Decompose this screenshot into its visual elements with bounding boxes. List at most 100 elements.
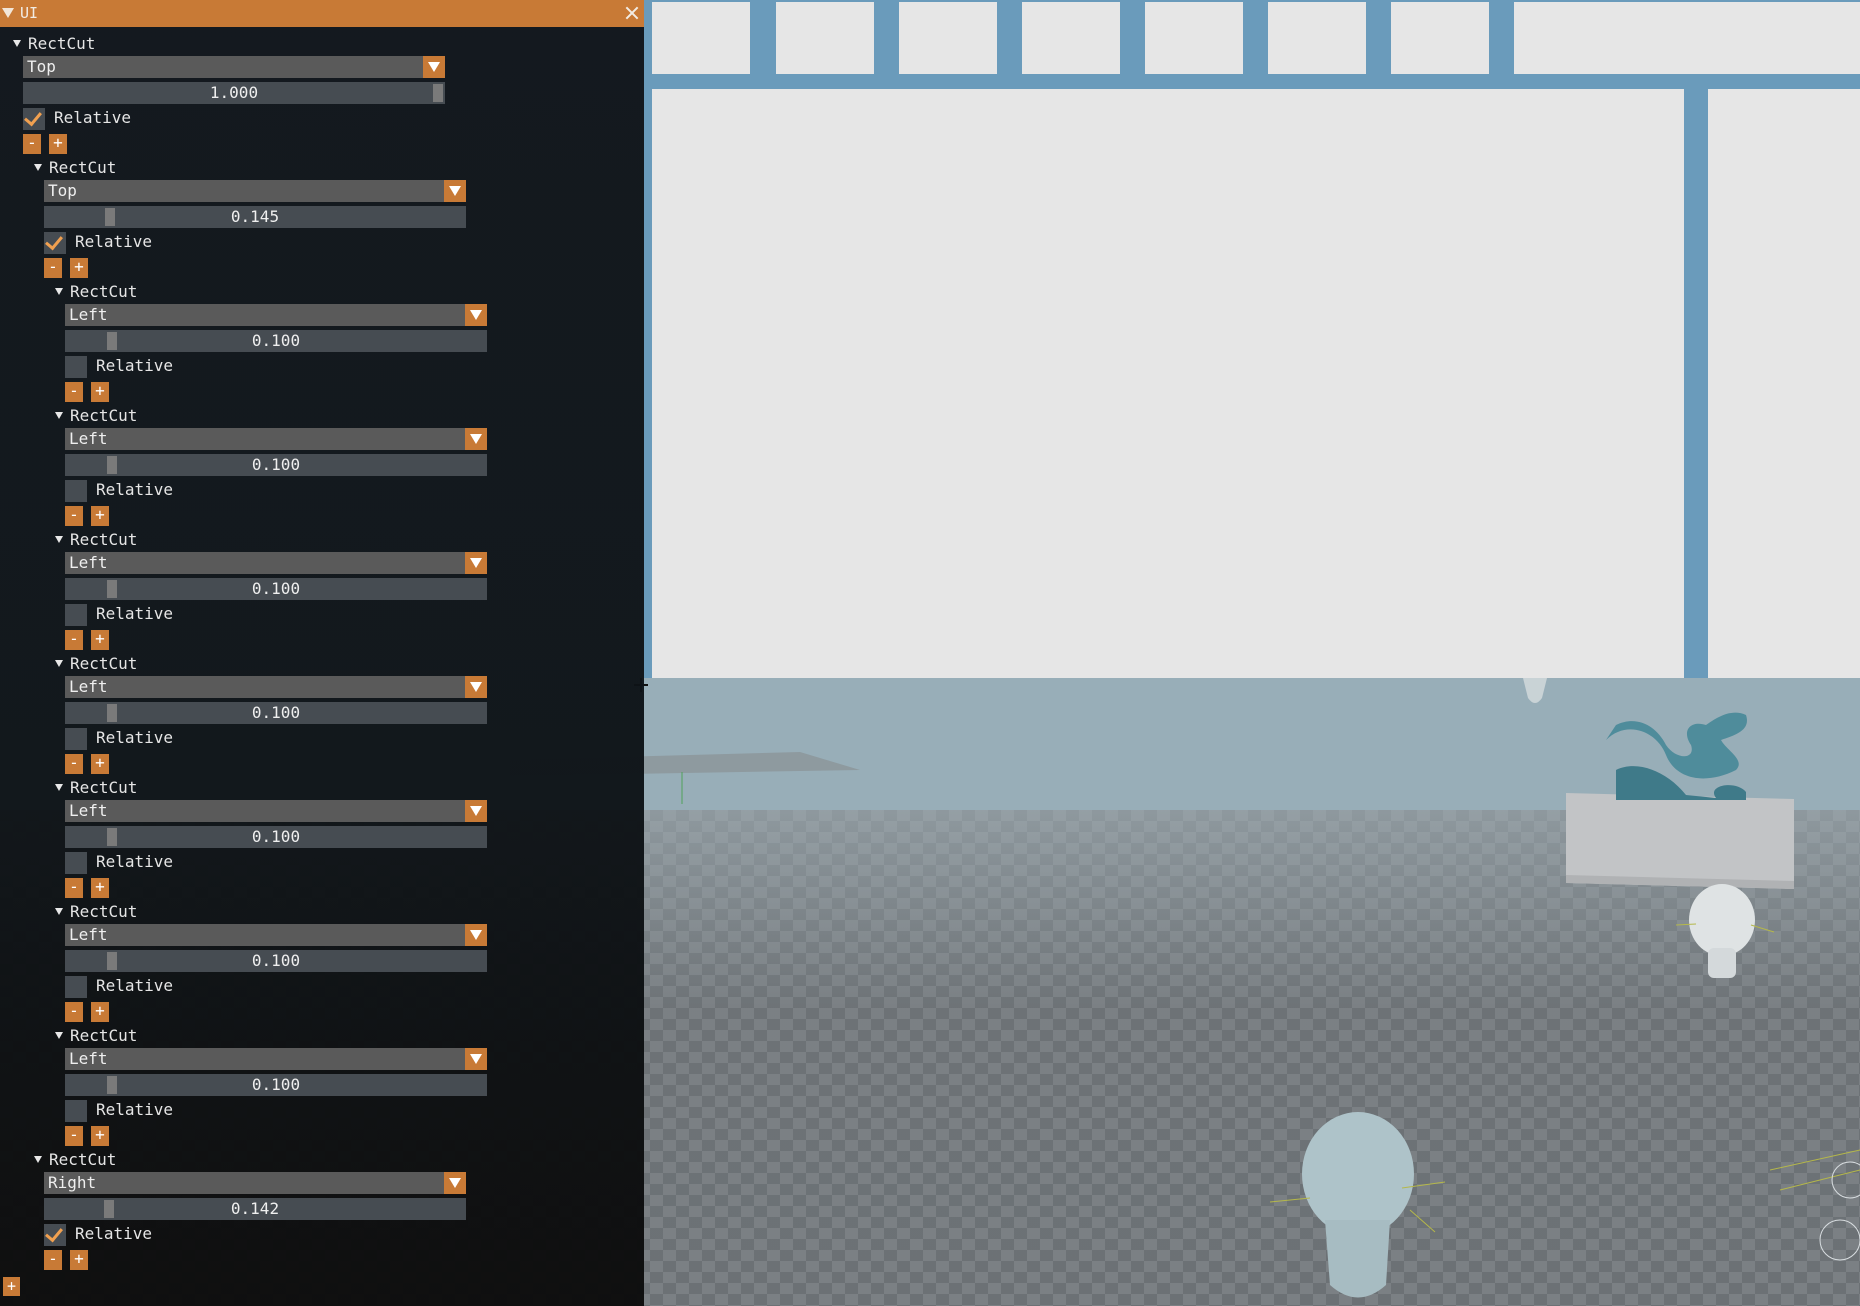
tree-node-header[interactable]: RectCut	[13, 34, 213, 54]
add-button[interactable]: +	[91, 1126, 109, 1146]
relative-checkbox[interactable]	[65, 728, 87, 750]
side-combo[interactable]: Left	[65, 800, 487, 822]
combo-value: Top	[48, 181, 77, 200]
rectcut-label: RectCut	[70, 1026, 138, 1045]
chevron-down-icon[interactable]	[465, 304, 487, 326]
tree-node-header[interactable]: RectCut	[55, 406, 255, 426]
ui-titlebar[interactable]: UI	[0, 0, 644, 27]
tree-node-header[interactable]: RectCut	[34, 158, 234, 178]
add-button[interactable]: +	[91, 1002, 109, 1022]
relative-label: Relative	[96, 604, 174, 623]
rectcut-label: RectCut	[28, 34, 96, 53]
amount-slider[interactable]: 0.142	[44, 1198, 466, 1220]
remove-button[interactable]: -	[23, 134, 41, 154]
relative-checkbox[interactable]	[44, 1224, 66, 1246]
remove-button[interactable]: -	[65, 754, 83, 774]
add-root-button[interactable]: +	[3, 1277, 20, 1296]
rectcut-label: RectCut	[70, 530, 138, 549]
rect-cell	[899, 2, 997, 74]
remove-button[interactable]: -	[65, 630, 83, 650]
tree-node-header[interactable]: RectCut	[55, 282, 255, 302]
triangle-down-icon	[55, 536, 63, 543]
side-combo[interactable]: Right	[44, 1172, 466, 1194]
tree-node-header[interactable]: RectCut	[55, 902, 255, 922]
triangle-down-icon	[55, 660, 63, 667]
tree-node-header[interactable]: RectCut	[34, 1150, 234, 1170]
combo-value: Left	[69, 925, 108, 944]
side-combo[interactable]: Left	[65, 1048, 487, 1070]
relative-checkbox[interactable]	[65, 1100, 87, 1122]
relative-label: Relative	[96, 480, 174, 499]
tree-node-header[interactable]: RectCut	[55, 530, 255, 550]
triangle-down-icon	[55, 784, 63, 791]
remove-button[interactable]: -	[65, 1002, 83, 1022]
add-button[interactable]: +	[91, 878, 109, 898]
side-combo[interactable]: Left	[65, 676, 487, 698]
amount-slider[interactable]: 0.100	[65, 578, 487, 600]
side-combo[interactable]: Top	[44, 180, 466, 202]
add-button[interactable]: +	[91, 382, 109, 402]
amount-slider[interactable]: 0.100	[65, 330, 487, 352]
slider-value: 0.100	[251, 455, 301, 474]
relative-checkbox[interactable]	[65, 604, 87, 626]
add-button[interactable]: +	[91, 754, 109, 774]
add-button[interactable]: +	[49, 134, 67, 154]
amount-slider[interactable]: 0.100	[65, 826, 487, 848]
remove-button[interactable]: -	[65, 382, 83, 402]
add-button[interactable]: +	[91, 630, 109, 650]
combo-value: Left	[69, 677, 108, 696]
amount-slider[interactable]: 0.100	[65, 454, 487, 476]
chevron-down-icon[interactable]	[465, 676, 487, 698]
remove-button[interactable]: -	[65, 506, 83, 526]
relative-checkbox[interactable]	[65, 480, 87, 502]
amount-slider[interactable]: 0.100	[65, 950, 487, 972]
chevron-down-icon[interactable]	[465, 800, 487, 822]
chevron-down-icon[interactable]	[465, 552, 487, 574]
amount-slider[interactable]: 0.100	[65, 1074, 487, 1096]
chevron-down-icon[interactable]	[444, 1172, 466, 1194]
combo-value: Left	[69, 801, 108, 820]
side-combo[interactable]: Left	[65, 428, 487, 450]
remove-button[interactable]: -	[65, 1126, 83, 1146]
rectcut-node-left: RectCut Left 0.100 Relative - +	[55, 654, 495, 778]
tree-node-header[interactable]: RectCut	[55, 654, 255, 674]
rect-cell	[776, 2, 874, 74]
amount-slider[interactable]: 0.145	[44, 206, 466, 228]
add-button[interactable]: +	[70, 1250, 88, 1270]
relative-label: Relative	[75, 232, 153, 251]
side-combo[interactable]: Left	[65, 304, 487, 326]
tree-node-header[interactable]: RectCut	[55, 778, 255, 798]
tree-node-header[interactable]: RectCut	[55, 1026, 255, 1046]
chevron-down-icon[interactable]	[465, 428, 487, 450]
relative-label: Relative	[96, 728, 174, 747]
side-combo[interactable]: Left	[65, 552, 487, 574]
amount-slider[interactable]: 0.100	[65, 702, 487, 724]
chevron-down-icon[interactable]	[465, 1048, 487, 1070]
collapse-icon[interactable]	[2, 8, 14, 18]
relative-checkbox[interactable]	[44, 232, 66, 254]
close-icon[interactable]	[624, 5, 640, 21]
amount-slider[interactable]: 1.000	[23, 82, 445, 104]
triangle-down-icon	[13, 40, 21, 47]
side-combo[interactable]: Left	[65, 924, 487, 946]
add-button[interactable]: +	[91, 506, 109, 526]
rectcut-node-left: RectCut Left 0.100 Relative - +	[55, 282, 495, 406]
rectcut-node-left: RectCut Left 0.100 Relative - +	[55, 1026, 495, 1150]
relative-checkbox[interactable]	[65, 852, 87, 874]
side-combo[interactable]: Top	[23, 56, 445, 78]
relative-label: Relative	[96, 852, 174, 871]
relative-checkbox[interactable]	[23, 108, 45, 130]
chevron-down-icon[interactable]	[465, 924, 487, 946]
add-button[interactable]: +	[70, 258, 88, 278]
remove-button[interactable]: -	[44, 1250, 62, 1270]
rectcut-label: RectCut	[49, 1150, 117, 1169]
remove-button[interactable]: -	[65, 878, 83, 898]
triangle-down-icon	[55, 288, 63, 295]
chevron-down-icon[interactable]	[423, 56, 445, 78]
remove-button[interactable]: -	[44, 258, 62, 278]
slider-value: 1.000	[209, 83, 259, 102]
chevron-down-icon[interactable]	[444, 180, 466, 202]
relative-checkbox[interactable]	[65, 356, 87, 378]
relative-checkbox[interactable]	[65, 976, 87, 998]
rectcut-node-right: RectCut Right 0.142 Relative - +	[34, 1150, 474, 1274]
